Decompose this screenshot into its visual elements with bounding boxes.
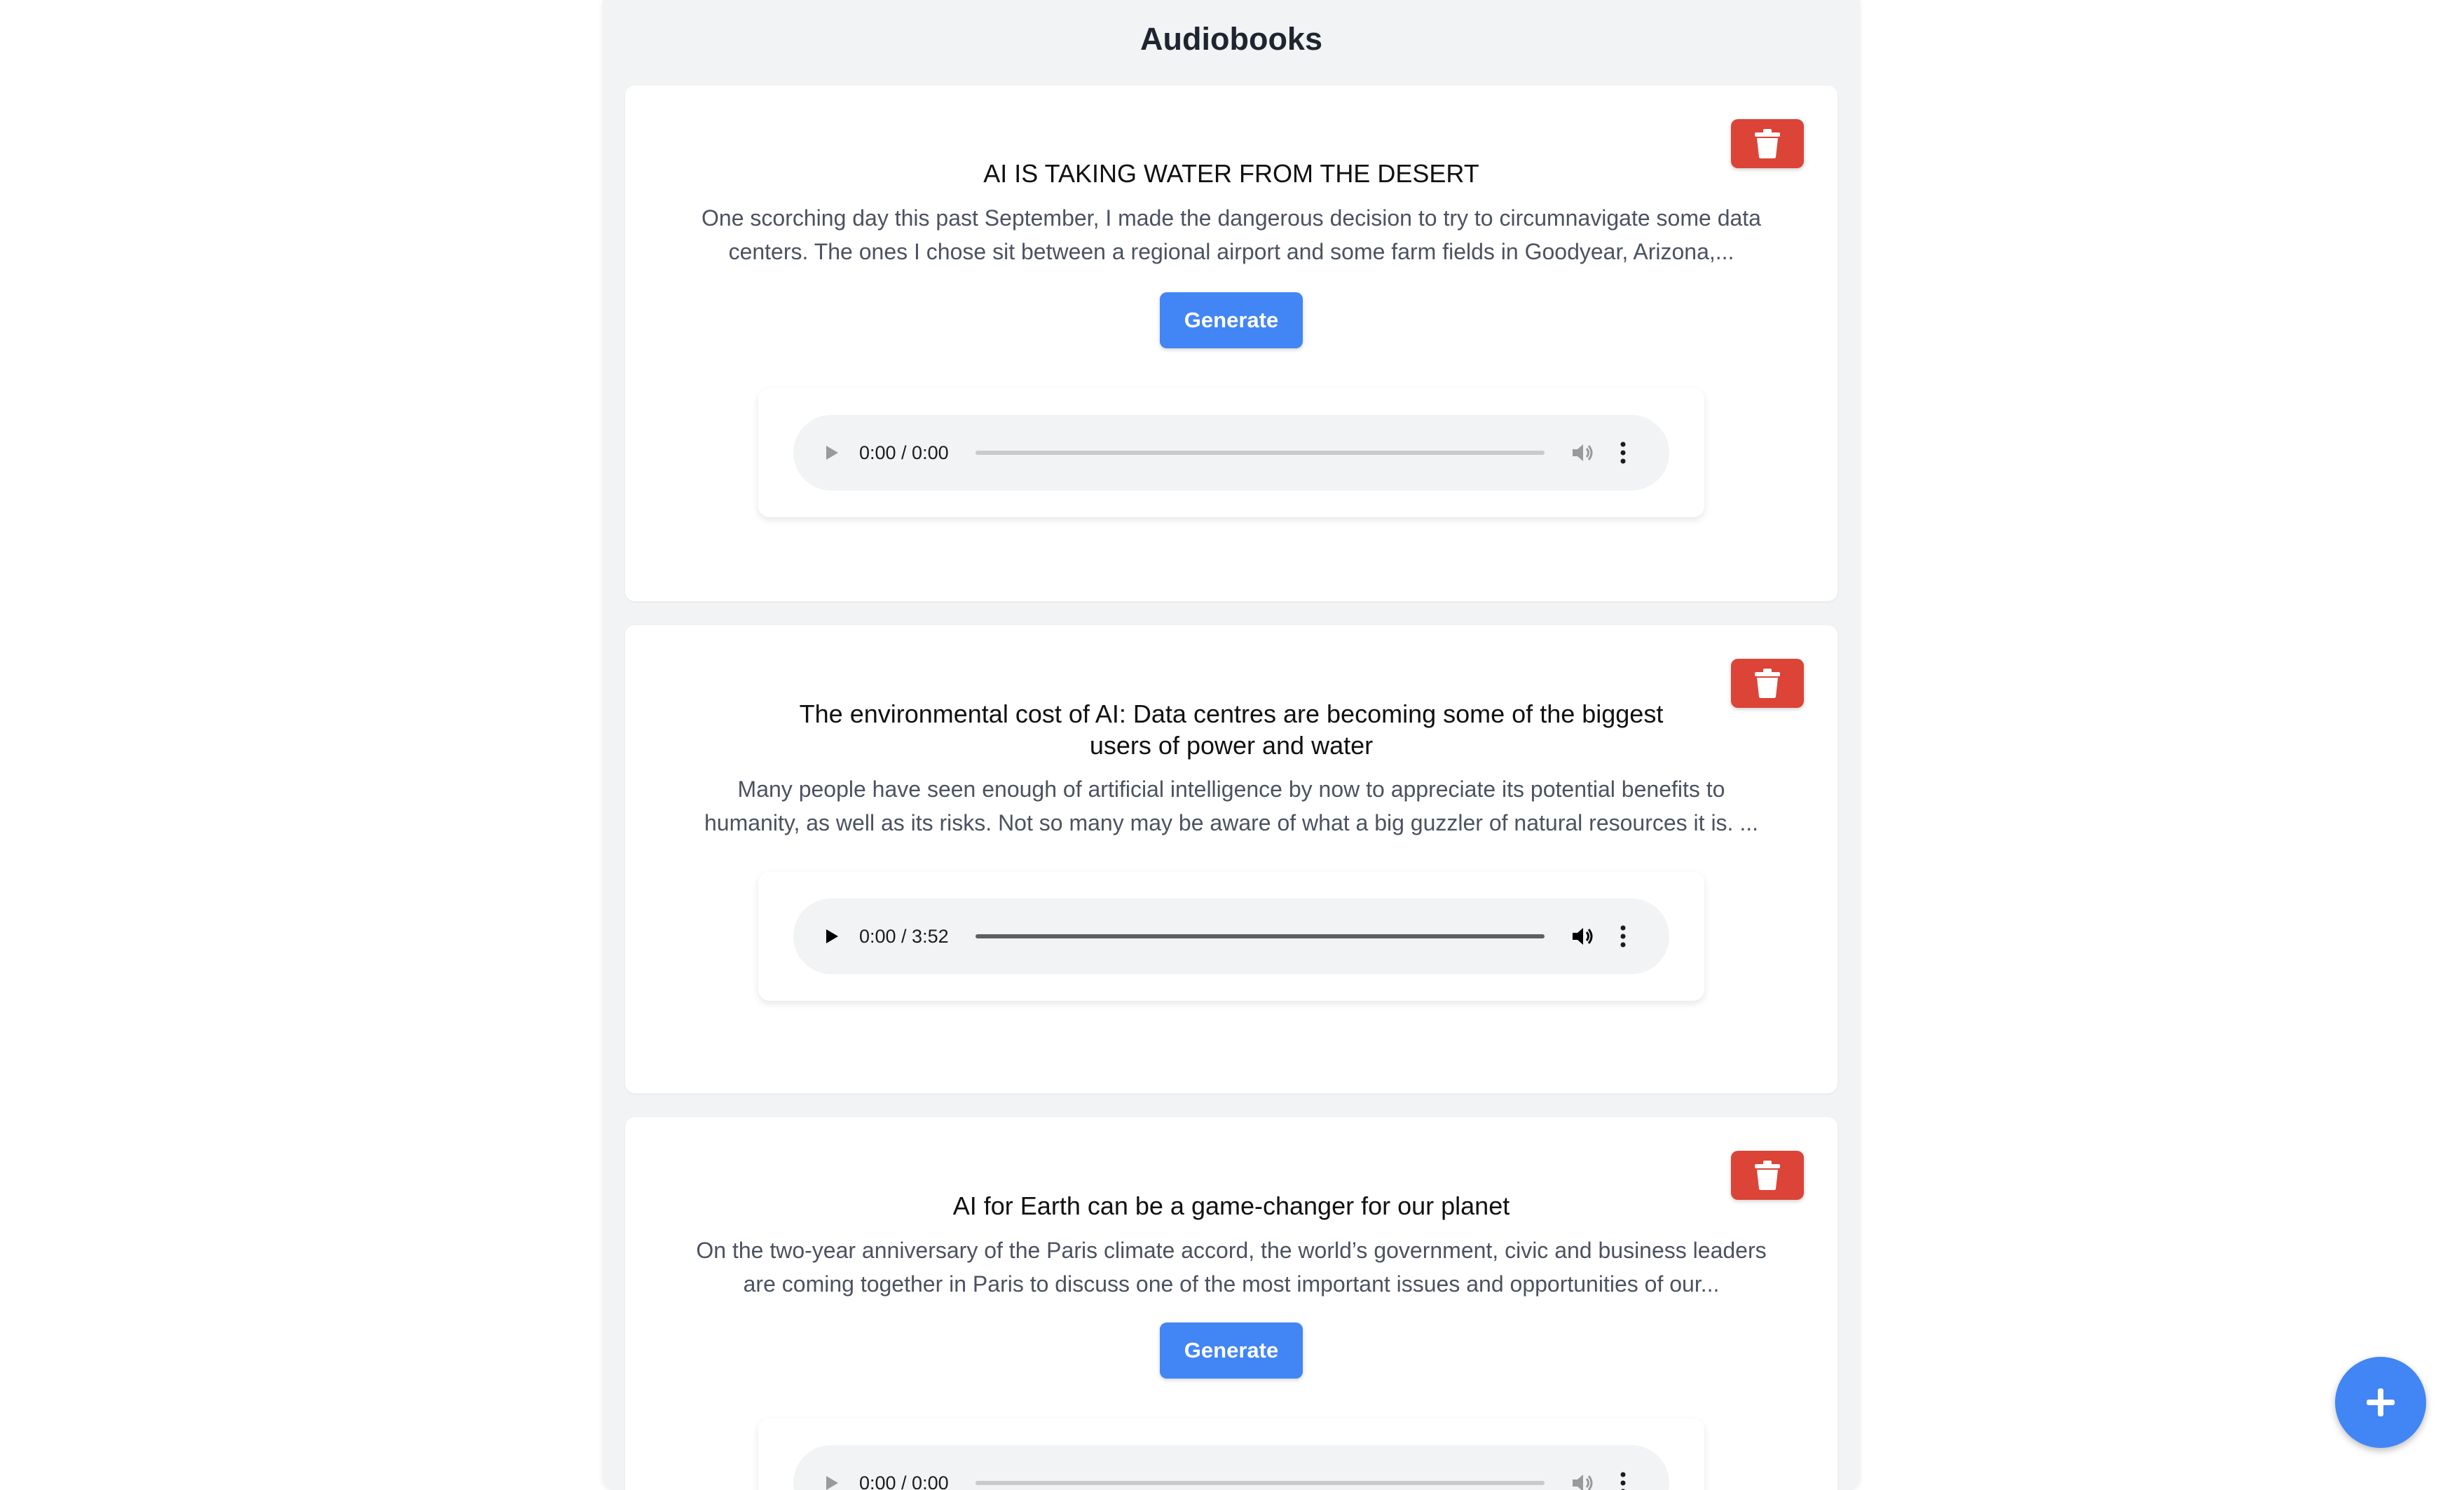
volume-icon[interactable] <box>1570 440 1595 465</box>
volume-icon[interactable] <box>1570 1470 1595 1490</box>
audio-player[interactable]: 0:00 / 0:00 <box>793 1445 1669 1490</box>
play-icon[interactable] <box>820 1472 842 1490</box>
more-vertical-icon[interactable] <box>1619 440 1627 465</box>
audio-progress-track[interactable] <box>976 934 1545 938</box>
audio-player[interactable]: 0:00 / 0:00 <box>793 415 1669 491</box>
audiobook-title: AI for Earth can be a game-changer for o… <box>952 1191 1510 1220</box>
audio-time: 0:00 / 0:00 <box>859 442 949 463</box>
audiobooks-panel: Audiobooks AI IS TAKING WATER FROM THE D… <box>603 0 1860 1490</box>
generate-button[interactable]: Generate <box>1160 1322 1303 1379</box>
app-stage: Audiobooks AI IS TAKING WATER FROM THE D… <box>0 0 2464 1490</box>
page-title: Audiobooks <box>1140 21 1322 57</box>
audiobook-title: The environmental cost of AI: Data centr… <box>799 699 1664 760</box>
audiobook-card: AI IS TAKING WATER FROM THE DESERT One s… <box>625 86 1837 601</box>
audiobook-card: The environmental cost of AI: Data centr… <box>625 625 1837 1093</box>
play-icon[interactable] <box>820 925 842 948</box>
delete-button[interactable] <box>1731 659 1804 708</box>
trash-icon <box>1755 129 1780 158</box>
more-vertical-icon[interactable] <box>1619 924 1627 949</box>
audio-player-container: 0:00 / 0:00 <box>758 1419 1704 1490</box>
volume-icon[interactable] <box>1570 924 1595 949</box>
generate-button[interactable]: Generate <box>1160 292 1303 348</box>
plus-icon <box>2367 1388 2395 1416</box>
audiobook-title: AI IS TAKING WATER FROM THE DESERT <box>983 159 1479 188</box>
play-icon[interactable] <box>820 442 842 464</box>
audiobook-description: Many people have seen enough of artifici… <box>704 777 1758 835</box>
more-vertical-icon[interactable] <box>1619 1470 1627 1490</box>
delete-button[interactable] <box>1731 119 1804 168</box>
trash-icon <box>1755 1161 1780 1190</box>
audio-progress-track[interactable] <box>976 451 1545 455</box>
audiobook-card: AI for Earth can be a game-changer for o… <box>625 1117 1837 1490</box>
audiobook-description: On the two-year anniversary of the Paris… <box>696 1238 1767 1297</box>
audiobook-description: One scorching day this past September, I… <box>701 205 1761 264</box>
trash-icon <box>1755 669 1780 698</box>
add-audiobook-button[interactable] <box>2335 1357 2426 1448</box>
audio-player-container: 0:00 / 3:52 <box>758 872 1704 1001</box>
audio-player-container: 0:00 / 0:00 <box>758 388 1704 517</box>
delete-button[interactable] <box>1731 1151 1804 1200</box>
audio-time: 0:00 / 3:52 <box>859 926 949 947</box>
audio-progress-track[interactable] <box>976 1481 1545 1485</box>
audio-player[interactable]: 0:00 / 3:52 <box>793 898 1669 974</box>
audio-time: 0:00 / 0:00 <box>859 1472 949 1490</box>
